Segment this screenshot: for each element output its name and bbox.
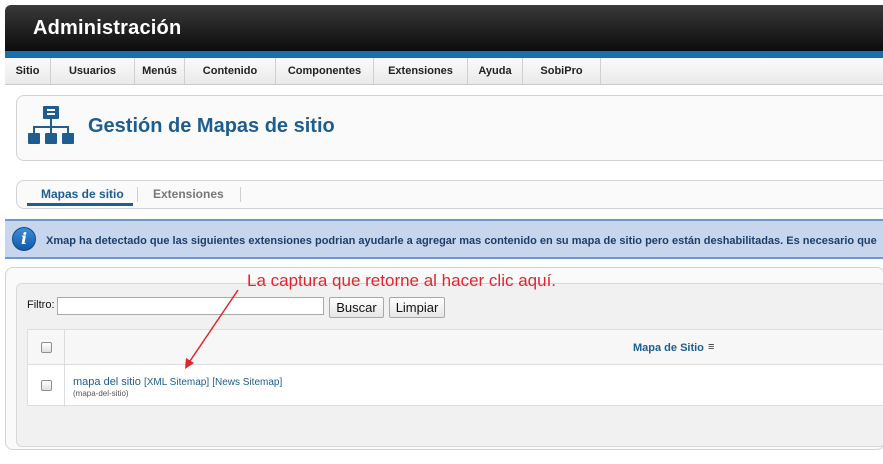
annotation-arrow xyxy=(185,289,239,369)
admin-page: Administración Sitio Usuarios Menús Cont… xyxy=(0,0,883,464)
